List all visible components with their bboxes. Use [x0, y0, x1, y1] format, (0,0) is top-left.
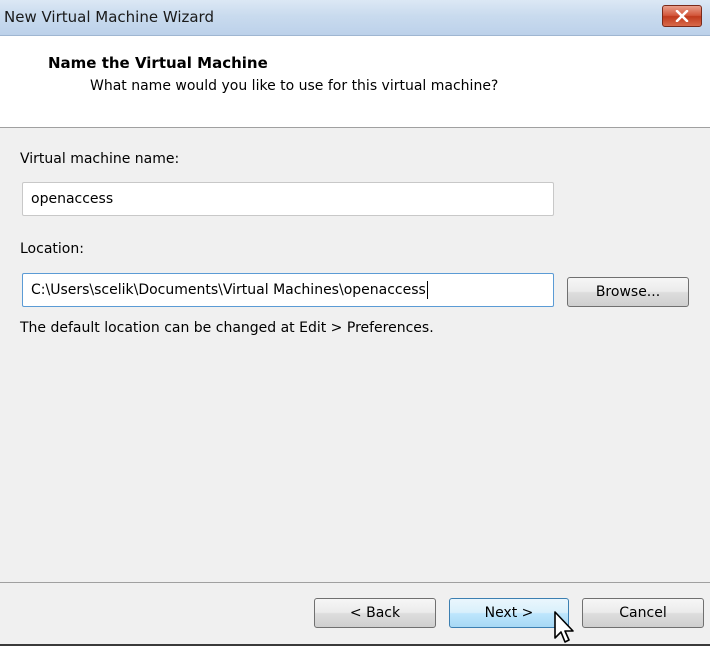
page-title: Name the Virtual Machine: [48, 54, 268, 72]
location-label: Location:: [20, 241, 84, 257]
vm-name-label: Virtual machine name:: [20, 151, 180, 167]
page-subtitle: What name would you like to use for this…: [90, 78, 499, 94]
browse-button[interactable]: Browse...: [567, 277, 689, 307]
wizard-footer: < Back Next > Cancel: [0, 582, 710, 646]
location-value: C:\Users\scelik\Documents\Virtual Machin…: [31, 282, 426, 298]
close-button[interactable]: [662, 5, 702, 27]
back-button[interactable]: < Back: [314, 598, 436, 628]
title-bar[interactable]: New Virtual Machine Wizard: [0, 0, 710, 36]
close-icon: [675, 10, 689, 22]
location-hint: The default location can be changed at E…: [20, 320, 434, 336]
text-caret: [426, 281, 428, 299]
wizard-body: Virtual machine name: openaccess Locatio…: [0, 128, 710, 582]
wizard-window: New Virtual Machine Wizard Name the Virt…: [0, 0, 710, 646]
cancel-button[interactable]: Cancel: [582, 598, 704, 628]
wizard-header: Name the Virtual Machine What name would…: [0, 36, 710, 128]
vm-name-value: openaccess: [31, 191, 114, 207]
window-title: New Virtual Machine Wizard: [4, 8, 214, 26]
location-input[interactable]: C:\Users\scelik\Documents\Virtual Machin…: [22, 273, 554, 307]
next-button[interactable]: Next >: [449, 598, 569, 628]
vm-name-input[interactable]: openaccess: [22, 182, 554, 216]
